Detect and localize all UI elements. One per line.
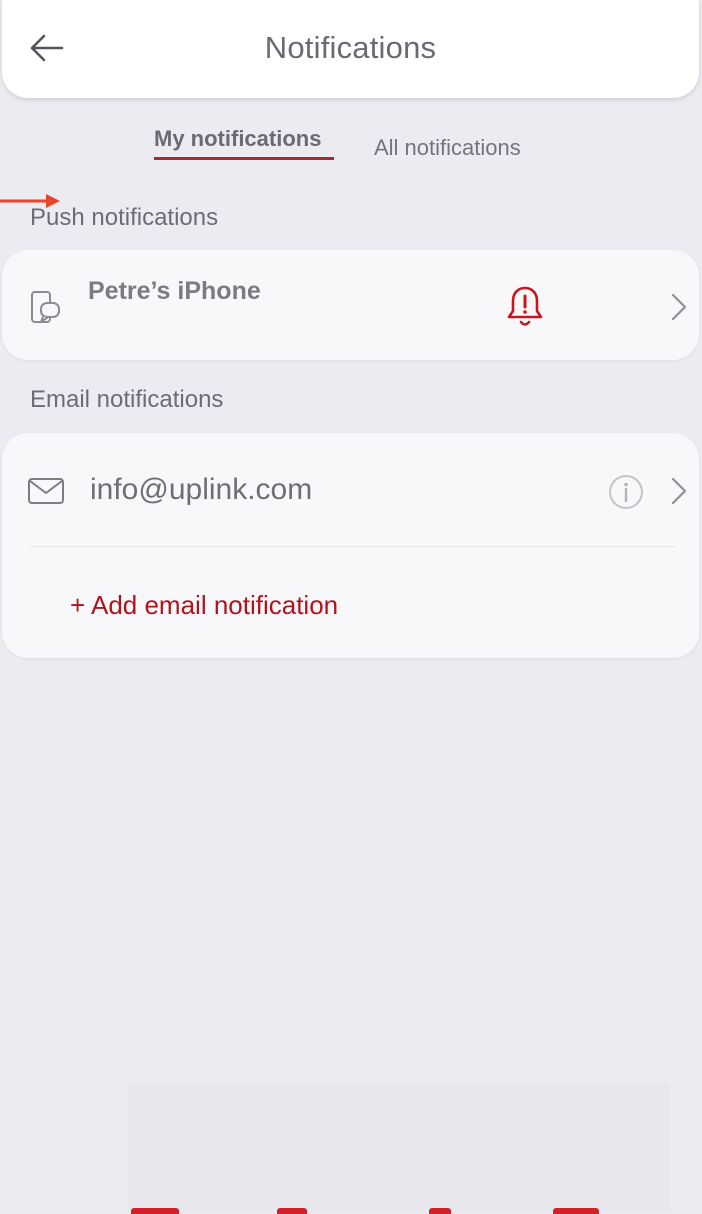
email-notifications-card: info@uplink.com + Add email notification <box>2 433 699 658</box>
tab-my-notifications[interactable]: My notifications <box>154 126 321 152</box>
email-section-label: Email notifications <box>30 386 224 413</box>
email-row[interactable]: info@uplink.com <box>2 433 699 546</box>
tab-bar-icon[interactable] <box>131 1208 179 1214</box>
device-row[interactable]: Petre’s iPhone <box>2 250 699 360</box>
bell-alert-icon <box>507 286 543 326</box>
active-tab-indicator <box>154 157 334 160</box>
app-header: Notifications <box>2 0 699 98</box>
divider <box>30 546 675 547</box>
push-devices-card: Petre’s iPhone <box>2 250 699 360</box>
chevron-right-icon <box>671 477 687 505</box>
tab-all-notifications[interactable]: All notifications <box>374 135 521 161</box>
phone-icon <box>31 291 60 323</box>
tab-bar-icon[interactable] <box>429 1208 451 1214</box>
bottom-tab-bar <box>127 1082 670 1214</box>
tab-bar-icon[interactable] <box>553 1208 599 1214</box>
add-email-notification-button[interactable]: + Add email notification <box>70 590 338 621</box>
email-address: info@uplink.com <box>90 473 313 506</box>
tab-bar-icon[interactable] <box>277 1208 307 1214</box>
device-name: Petre’s iPhone <box>88 277 261 305</box>
info-icon[interactable] <box>608 474 644 510</box>
page-title: Notifications <box>264 30 437 65</box>
push-section-label: Push notifications <box>30 204 219 231</box>
mail-icon <box>28 478 64 504</box>
chevron-right-icon <box>671 293 687 321</box>
